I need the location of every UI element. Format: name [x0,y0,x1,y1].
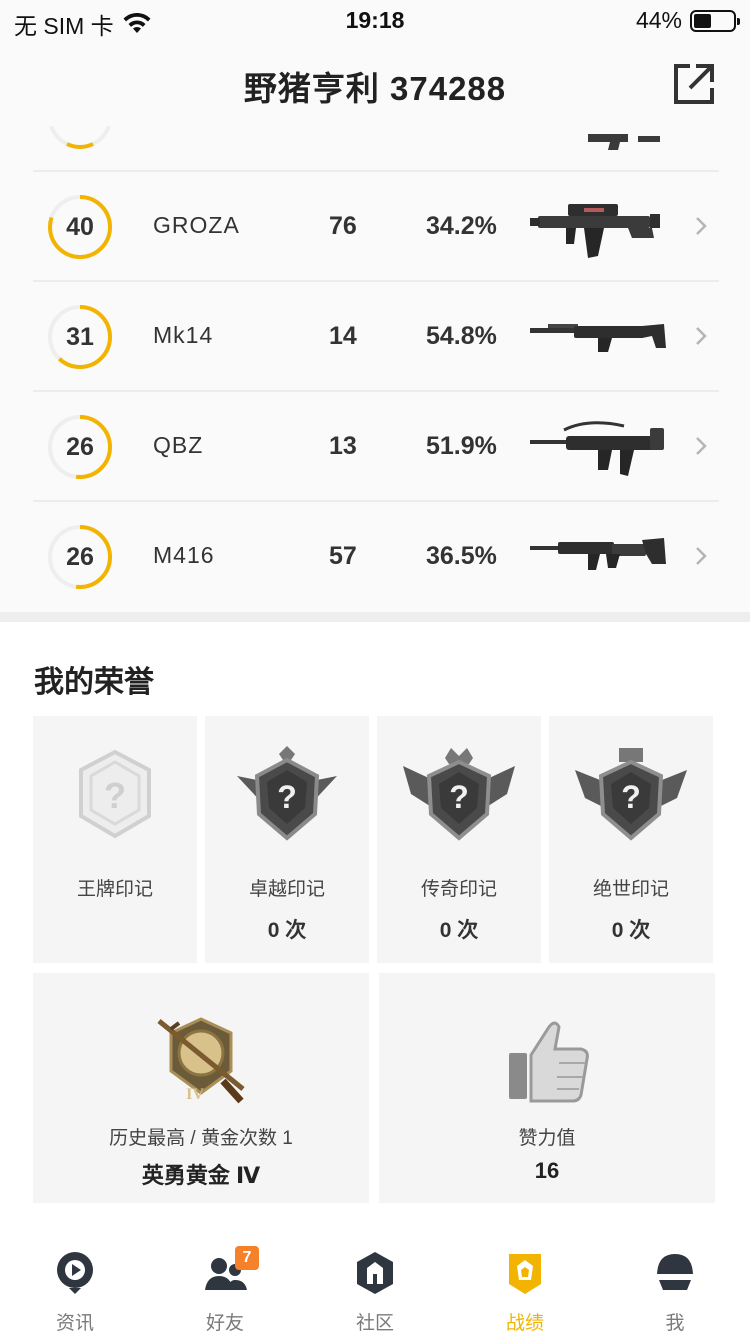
news-icon [57,1252,93,1294]
battery-fill [694,13,711,28]
weapon-percent: 54.8% [426,322,497,350]
weapon-level: 31 [66,323,94,351]
tab-friends[interactable]: 7 好友 [150,1234,300,1334]
weapon-list: 40 GROZA 76 34.2% 31 Mk14 14 54.8% 26 QB… [0,126,750,612]
honor-count: 0 次 [267,919,307,942]
tab-bar: 资讯 7 好友 社区 战绩 我 [0,1234,750,1334]
honor-label: 王牌印记 [76,879,153,900]
honor-count: 0 次 [611,919,651,942]
honors-title: 我的荣誉 [34,666,154,699]
weapon-level: 26 [66,433,94,461]
battery-percent: 44% [635,7,682,33]
chevron-right-icon [696,327,707,345]
honor-card-peerless[interactable]: ? 绝世印记 0 次 [549,716,713,963]
weapon-row[interactable]: 26 M416 57 36.5% [33,502,719,612]
tab-record[interactable]: 战绩 [450,1234,600,1334]
gold-rank-badge-icon: IV [157,1017,245,1104]
tab-community[interactable]: 社区 [300,1234,450,1334]
chevron-right-icon [696,437,707,455]
weapon-kill-count: 13 [329,432,357,460]
chevron-right-icon [696,217,707,235]
weapon-row[interactable]: 31 Mk14 14 54.8% [33,282,719,392]
likes-value: 16 [534,1158,560,1183]
chevron-right-icon [696,547,707,565]
honor-label: 卓越印记 [248,879,325,900]
tab-label: 社区 [355,1313,394,1334]
svg-text:IV: IV [186,1086,204,1103]
tab-label: 资讯 [55,1313,94,1334]
honor-label: 绝世印记 [592,879,669,900]
weapon-kill-count: 57 [329,542,357,570]
friends-badge: 7 [235,1246,259,1270]
weapon-percent: 51.9% [426,432,497,460]
svg-text:?: ? [104,775,126,816]
honor-card-legend[interactable]: ? 传奇印记 0 次 [377,716,541,963]
honor-label: 传奇印记 [420,879,497,900]
tab-label: 好友 [205,1313,244,1334]
status-bar: 无 SIM 卡 19:18 44% [0,0,750,42]
svg-text:?: ? [621,779,641,815]
likes-card[interactable]: 赞力值 16 [379,973,715,1203]
m416-rifle-icon [530,538,666,570]
mk14-rifle-icon [530,324,666,352]
tab-label: 战绩 [505,1313,544,1334]
community-icon [357,1252,393,1294]
weapon-level-ring [49,126,111,149]
weapon-level: 40 [66,213,94,241]
nav-header: 野猪亨利 374288 [0,42,750,126]
weapon-name: QBZ [153,432,204,458]
weapon-row-partial[interactable] [33,126,719,172]
qbz-rifle-icon [530,421,664,476]
tab-news[interactable]: 资讯 [0,1234,150,1334]
weapon-level: 26 [66,543,94,571]
rank-label: 历史最高 / 黄金次数 1 [109,1128,293,1149]
page-title: 野猪亨利 374288 [243,70,507,107]
weapon-percent: 34.2% [426,212,497,240]
profile-helmet-icon [657,1254,693,1290]
honor-count: 0 次 [439,919,479,942]
excellent-badge-icon: ? [237,746,337,841]
honor-card-ace[interactable]: ? 王牌印记 [33,716,197,963]
peerless-badge-icon: ? [575,748,687,841]
svg-text:?: ? [449,779,469,815]
weapon-gun-icon [588,134,660,150]
likes-label: 赞力值 [518,1128,576,1149]
thumbs-up-icon [509,1021,589,1103]
record-icon [509,1254,541,1294]
tab-label: 我 [665,1313,685,1334]
weapon-name: GROZA [153,212,240,238]
honor-card-excellent[interactable]: ? 卓越印记 0 次 [205,716,369,963]
weapon-name: Mk14 [153,322,214,348]
battery-icon [690,9,740,32]
weapon-row[interactable]: 26 QBZ 13 51.9% [33,392,719,502]
groza-rifle-icon [530,204,660,258]
weapon-name: M416 [153,542,215,568]
legend-badge-icon: ? [403,748,515,841]
tab-profile[interactable]: 我 [600,1234,750,1334]
weapon-kill-count: 14 [329,322,357,350]
weapon-kill-count: 76 [329,212,357,240]
section-divider [0,612,750,622]
weapon-row[interactable]: 40 GROZA 76 34.2% [33,172,719,282]
svg-text:?: ? [277,779,297,815]
rank-card[interactable]: IV 历史最高 / 黄金次数 1 英勇黄金 Ⅳ [33,973,369,1203]
ace-badge-icon: ? [79,749,151,839]
weapon-percent: 36.5% [426,542,497,570]
rank-value: 英勇黄金 Ⅳ [141,1163,261,1188]
share-icon[interactable] [672,62,716,106]
status-right: 44% [635,7,740,34]
